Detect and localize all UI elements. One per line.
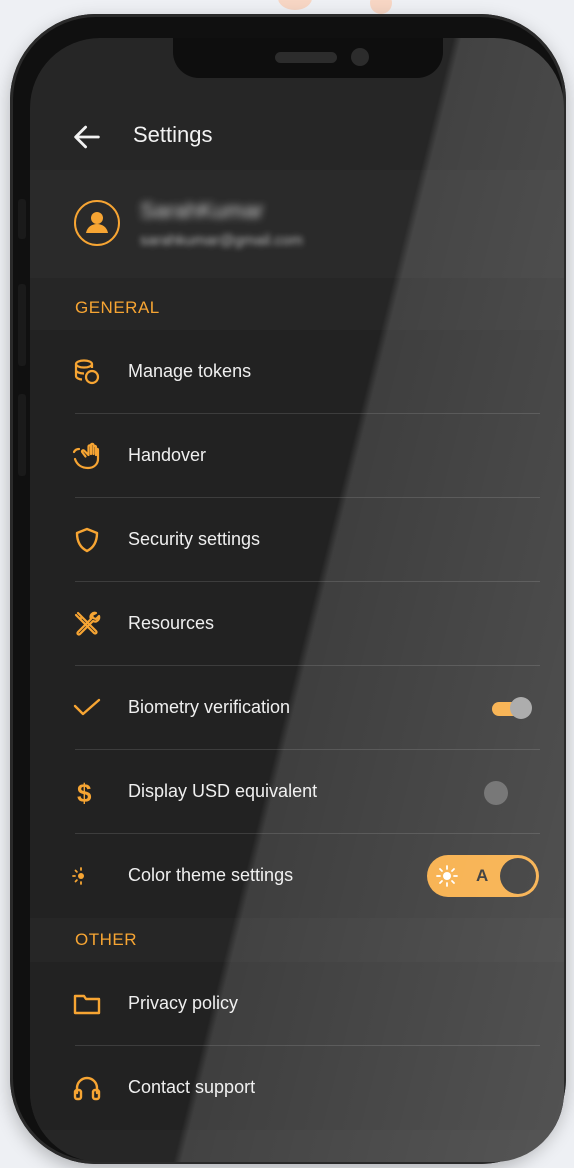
phone-frame: Settings SarahKumar sarahkumar@gmail.com… [10, 14, 566, 1164]
auto-theme-label[interactable]: A [476, 866, 488, 886]
avatar [74, 200, 120, 246]
user-icon [86, 212, 108, 233]
settings-item-label: Display USD equivalent [128, 781, 318, 801]
settings-item-resources[interactable]: Resources [30, 582, 564, 666]
toggle-knob [510, 697, 532, 719]
side-button [18, 284, 26, 366]
theme-icon [72, 865, 101, 887]
side-button [18, 199, 26, 239]
user-email: sarahkumar@gmail.com [140, 232, 303, 249]
speaker [275, 52, 337, 63]
sun-icon [436, 865, 458, 887]
section-label-other: OTHER [75, 930, 137, 949]
user-name: SarahKumar [140, 198, 264, 223]
theme-switch-knob [500, 858, 536, 894]
tools-icon [74, 611, 101, 636]
shield-icon [75, 527, 99, 553]
settings-item-label: Manage tokens [128, 361, 252, 381]
settings-item-label: Security settings [128, 529, 261, 549]
settings-item-privacy[interactable]: Privacy policy [30, 962, 564, 1046]
folder-icon [73, 994, 101, 1015]
settings-item-color-theme: Color theme settings A [30, 834, 564, 918]
notch [173, 38, 443, 78]
settings-item-label: Handover [128, 445, 207, 465]
tokens-icon [74, 359, 100, 385]
page-title: Settings [133, 122, 213, 147]
usd-toggle[interactable] [484, 781, 512, 805]
app-screen: Settings SarahKumar sarahkumar@gmail.com… [30, 38, 564, 1162]
settings-item-label: Color theme settings [128, 865, 294, 885]
background-dot [370, 0, 392, 14]
camera [351, 48, 369, 66]
biometry-toggle[interactable] [492, 697, 532, 719]
back-arrow-icon[interactable] [70, 120, 104, 154]
profile-card[interactable]: SarahKumar sarahkumar@gmail.com [30, 170, 564, 278]
check-icon [73, 698, 101, 716]
settings-item-label: Privacy policy [128, 993, 239, 1013]
settings-item-security[interactable]: Security settings [30, 498, 564, 582]
theme-switch[interactable]: A [427, 855, 539, 897]
headset-icon [73, 1076, 101, 1101]
hand-icon [72, 442, 100, 470]
background-dot [278, 0, 312, 10]
settings-item-biometry: Biometry verification [30, 666, 564, 750]
svg-text:$: $ [77, 778, 92, 808]
settings-item-label: Contact support [128, 1077, 256, 1097]
settings-item-handover[interactable]: Handover [30, 414, 564, 498]
toggle-knob [484, 781, 508, 805]
app-header: Settings [30, 104, 564, 170]
settings-item-manage-tokens[interactable]: Manage tokens [30, 330, 564, 414]
settings-item-contact-support[interactable]: Contact support [30, 1046, 564, 1130]
settings-item-label: Resources [128, 613, 215, 633]
settings-item-label: Biometry verification [128, 697, 291, 717]
dollar-icon: $ [77, 778, 92, 808]
side-button [18, 394, 26, 476]
section-label-general: GENERAL [75, 298, 160, 317]
settings-item-usd: $ Display USD equivalent [30, 750, 564, 834]
